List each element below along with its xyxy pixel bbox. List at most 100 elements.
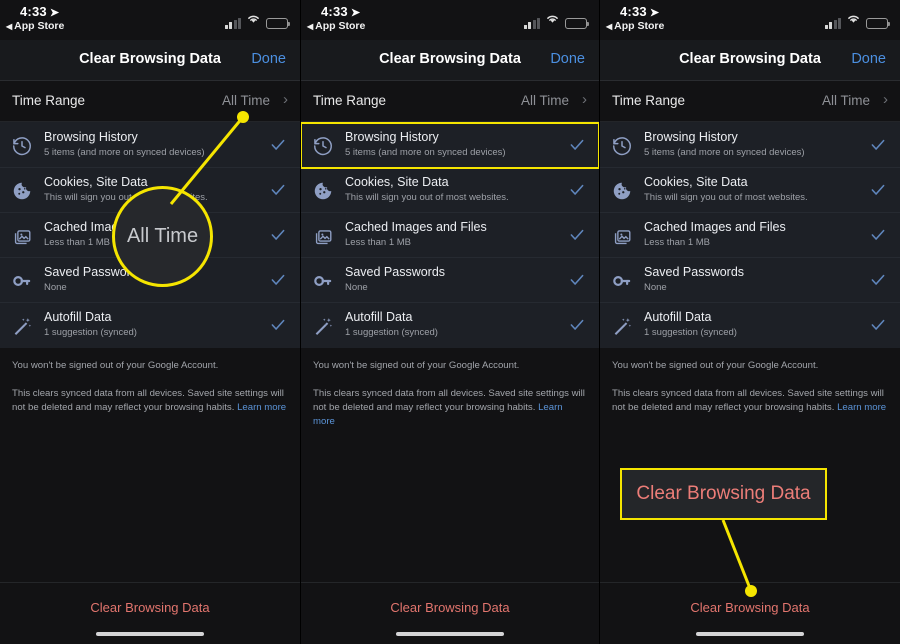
learn-more-link[interactable]: Learn more [837, 402, 886, 413]
clear-browsing-data-button[interactable]: Clear Browsing Data [0, 600, 300, 615]
wifi-icon [246, 11, 261, 29]
list-item-autofill-data[interactable]: Autofill Data 1 suggestion (synced) [600, 303, 900, 348]
status-indicators [224, 11, 291, 29]
list-item-text: Autofill Data 1 suggestion (synced) [345, 310, 559, 340]
list-item-title: Cookies, Site Data [345, 175, 449, 189]
checkmark-icon[interactable] [870, 182, 886, 198]
back-to-app-link[interactable]: ◀ App Store [6, 20, 64, 32]
checkmark-icon[interactable] [569, 317, 585, 333]
checkmark-icon[interactable] [569, 227, 585, 243]
status-indicators [824, 11, 891, 29]
footer-line-2: This clears synced data from all devices… [612, 387, 888, 415]
status-time: 4:33 ➤ [620, 4, 659, 19]
list-item-autofill-data[interactable]: Autofill Data 1 suggestion (synced) [301, 303, 599, 348]
back-triangle-icon: ◀ [606, 22, 613, 31]
footer-line-1: You won't be signed out of your Google A… [12, 360, 219, 371]
nav-bar: Clear Browsing Data Done [0, 40, 300, 81]
list-item-subtitle: 1 suggestion (synced) [644, 327, 737, 338]
checkmark-icon[interactable] [569, 182, 585, 198]
time-range-label: Time Range [12, 93, 86, 108]
checkmark-icon[interactable] [270, 137, 286, 153]
list-item-text: Saved Passwords None [644, 265, 860, 295]
footer-line-1: You won't be signed out of your Google A… [612, 360, 819, 371]
list-item-cookies[interactable]: Cookies, Site Data This will sign you ou… [600, 168, 900, 213]
location-arrow-icon: ➤ [350, 7, 361, 19]
list-item-subtitle: None [345, 282, 368, 293]
clear-browsing-data-button[interactable]: Clear Browsing Data [301, 600, 599, 615]
back-triangle-icon: ◀ [6, 22, 13, 31]
list-item-text: Autofill Data 1 suggestion (synced) [44, 310, 260, 340]
list-item-saved-passwords[interactable]: Saved Passwords None [600, 258, 900, 303]
checkmark-icon[interactable] [870, 227, 886, 243]
checkmark-icon[interactable] [870, 317, 886, 333]
checkmark-icon[interactable] [270, 182, 286, 198]
time-range-row[interactable]: Time Range All Time › [0, 81, 300, 122]
location-arrow-icon: ➤ [649, 7, 660, 19]
magic-wand-icon [611, 315, 633, 337]
clear-browsing-data-button[interactable]: Clear Browsing Data [600, 600, 900, 615]
back-to-app-link[interactable]: ◀ App Store [606, 20, 664, 32]
status-time-text: 4:33 [20, 4, 47, 19]
checkmark-icon[interactable] [270, 227, 286, 243]
time-range-row[interactable]: Time Range All Time › [301, 81, 599, 122]
list-item-browsing-history[interactable]: Browsing History 5 items (and more on sy… [0, 123, 300, 168]
checkmark-icon[interactable] [569, 272, 585, 288]
key-icon [312, 270, 334, 292]
done-button[interactable]: Done [851, 51, 886, 67]
back-app-label: App Store [14, 20, 65, 32]
list-item-cached-images[interactable]: Cached Images and Files Less than 1 MB [301, 213, 599, 258]
list-item-subtitle: Less than 1 MB [644, 237, 711, 248]
list-item-cookies[interactable]: Cookies, Site Data This will sign you ou… [301, 168, 599, 213]
list-item-browsing-history[interactable]: Browsing History 5 items (and more on sy… [301, 122, 599, 169]
nav-bar: Clear Browsing Data Done [600, 40, 900, 81]
list-item-subtitle: 1 suggestion (synced) [345, 327, 438, 338]
cookie-icon [11, 180, 33, 202]
checkmark-icon[interactable] [870, 137, 886, 153]
list-item-text: Cookies, Site Data This will sign you ou… [345, 175, 559, 205]
location-arrow-icon: ➤ [49, 7, 60, 19]
cached-images-icon [611, 225, 633, 247]
back-to-app-link[interactable]: ◀ App Store [307, 20, 365, 32]
annotation-callout-text: Clear Browsing Data [636, 483, 811, 504]
wifi-icon [545, 11, 560, 29]
data-type-list: Browsing History 5 items (and more on sy… [301, 122, 599, 348]
nav-bar: Clear Browsing Data Done [301, 40, 599, 81]
wifi-icon [846, 11, 861, 29]
chevron-right-icon: › [883, 91, 888, 108]
list-item-autofill-data[interactable]: Autofill Data 1 suggestion (synced) [0, 303, 300, 348]
checkmark-icon[interactable] [569, 137, 585, 153]
list-item-browsing-history[interactable]: Browsing History 5 items (and more on sy… [600, 123, 900, 168]
chevron-right-icon: › [283, 91, 288, 108]
list-item-subtitle: This will sign you out of most websites. [644, 192, 808, 203]
status-time: 4:33 ➤ [20, 4, 59, 19]
done-button[interactable]: Done [550, 51, 585, 67]
footer-line-2: This clears synced data from all devices… [313, 387, 587, 429]
screenshot-stage: 4:33 ➤ ◀ App Store Clear Browsing Data Don… [0, 0, 900, 644]
learn-more-link[interactable]: Learn more [237, 402, 286, 413]
home-indicator [696, 631, 804, 636]
bottom-action-bar: Clear Browsing Data [0, 582, 300, 644]
list-item-subtitle: Less than 1 MB [345, 237, 412, 248]
cellular-signal-icon [224, 18, 241, 29]
checkmark-icon[interactable] [270, 317, 286, 333]
checkmark-icon[interactable] [870, 272, 886, 288]
list-item-cached-images[interactable]: Cached Images and Files Less than 1 MB [600, 213, 900, 258]
checkmark-icon[interactable] [270, 272, 286, 288]
time-range-value: All Time [221, 93, 270, 108]
back-app-label: App Store [315, 20, 366, 32]
list-item-subtitle: None [644, 282, 667, 293]
cached-images-icon [11, 225, 33, 247]
back-app-label: App Store [614, 20, 665, 32]
time-range-label: Time Range [612, 93, 686, 108]
back-triangle-icon: ◀ [307, 22, 314, 31]
list-item-saved-passwords[interactable]: Saved Passwords None [301, 258, 599, 303]
phone-panel-3: 4:33 ➤ ◀ App Store Clear Browsing Data Don… [600, 0, 900, 644]
done-button[interactable]: Done [251, 51, 286, 67]
cellular-signal-icon [523, 18, 540, 29]
list-item-title: Browsing History [345, 130, 439, 144]
list-item-subtitle: 1 suggestion (synced) [44, 327, 137, 338]
annotation-callout-clear-browsing-data: Clear Browsing Data [620, 468, 827, 520]
list-item-title: Autofill Data [644, 310, 712, 324]
list-item-title: Browsing History [44, 130, 138, 144]
time-range-row[interactable]: Time Range All Time › [600, 81, 900, 122]
